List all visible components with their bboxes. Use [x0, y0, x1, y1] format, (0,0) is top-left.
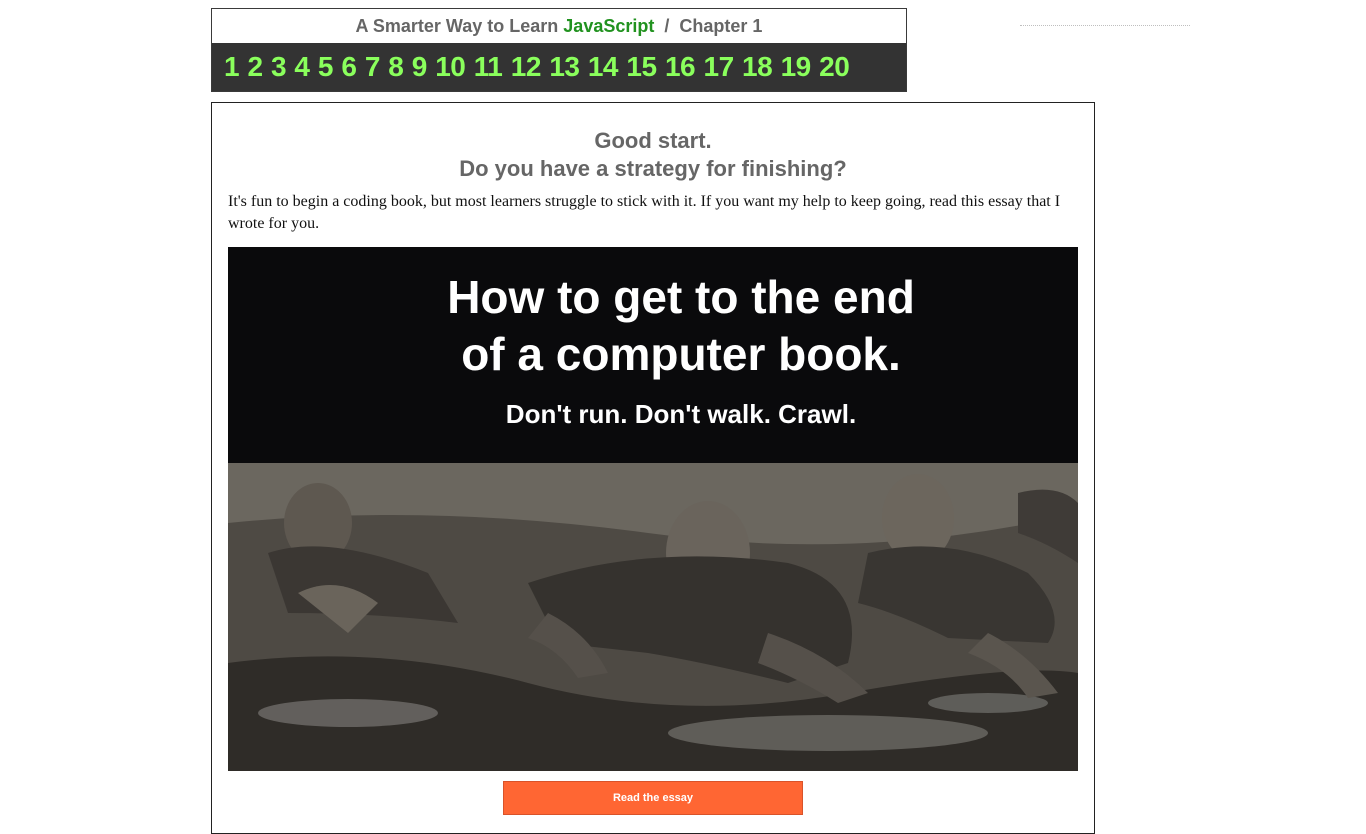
chapter-link-19[interactable]: 19 — [781, 51, 812, 83]
photo-illustration — [228, 463, 1078, 771]
chapter-link-15[interactable]: 15 — [626, 51, 657, 83]
chapter-link-5[interactable]: 5 — [318, 51, 334, 83]
banner-title: How to get to the end of a computer book… — [228, 269, 1078, 383]
chapter-link-14[interactable]: 14 — [588, 51, 619, 83]
book-header: A Smarter Way to Learn JavaScript / Chap… — [211, 8, 907, 92]
chapter-link-10[interactable]: 10 — [435, 51, 466, 83]
book-title: A Smarter Way to Learn JavaScript / Chap… — [212, 9, 906, 43]
chapter-title: Chapter 1 — [679, 16, 763, 36]
chapter-link-13[interactable]: 13 — [549, 51, 580, 83]
chapter-link-20[interactable]: 20 — [819, 51, 850, 83]
intro-text: It's fun to begin a coding book, but mos… — [228, 193, 1061, 232]
headline-line2: Do you have a strategy for finishing? — [459, 156, 847, 181]
title-prefix: A Smarter Way to Learn — [355, 16, 559, 36]
read-essay-button[interactable]: Read the essay — [503, 781, 803, 815]
chapter-link-4[interactable]: 4 — [294, 51, 310, 83]
chapter-link-11[interactable]: 11 — [474, 51, 503, 83]
decorative-divider — [1020, 25, 1190, 26]
essay-banner[interactable]: How to get to the end of a computer book… — [228, 247, 1078, 771]
title-highlight: JavaScript — [563, 16, 655, 36]
banner-title-line2: of a computer book. — [461, 328, 901, 380]
title-separator: / — [664, 16, 670, 36]
chapter-link-12[interactable]: 12 — [511, 51, 542, 83]
mud-crawl-photo — [228, 463, 1078, 771]
headline-line1: Good start. — [594, 128, 712, 153]
chapter-link-16[interactable]: 16 — [665, 51, 696, 83]
banner-title-line1: How to get to the end — [447, 271, 915, 323]
chapter-link-3[interactable]: 3 — [271, 51, 287, 83]
chapter-nav: 1 2 3 4 5 6 7 8 9 10 11 12 13 14 15 16 17 18 19 20 — [212, 43, 906, 91]
promo-panel: Good start. Do you have a strategy for f… — [211, 102, 1095, 834]
chapter-link-6[interactable]: 6 — [341, 51, 357, 83]
chapter-link-17[interactable]: 17 — [704, 51, 735, 83]
chapter-link-7[interactable]: 7 — [365, 51, 381, 83]
chapter-link-8[interactable]: 8 — [388, 51, 404, 83]
banner-subtitle: Don't run. Don't walk. Crawl. — [505, 399, 857, 429]
chapter-link-1[interactable]: 1 — [224, 51, 240, 83]
chapter-link-18[interactable]: 18 — [742, 51, 773, 83]
promo-headline: Good start. Do you have a strategy for f… — [212, 127, 1094, 183]
chapter-link-9[interactable]: 9 — [412, 51, 428, 83]
chapter-link-2[interactable]: 2 — [247, 51, 263, 83]
